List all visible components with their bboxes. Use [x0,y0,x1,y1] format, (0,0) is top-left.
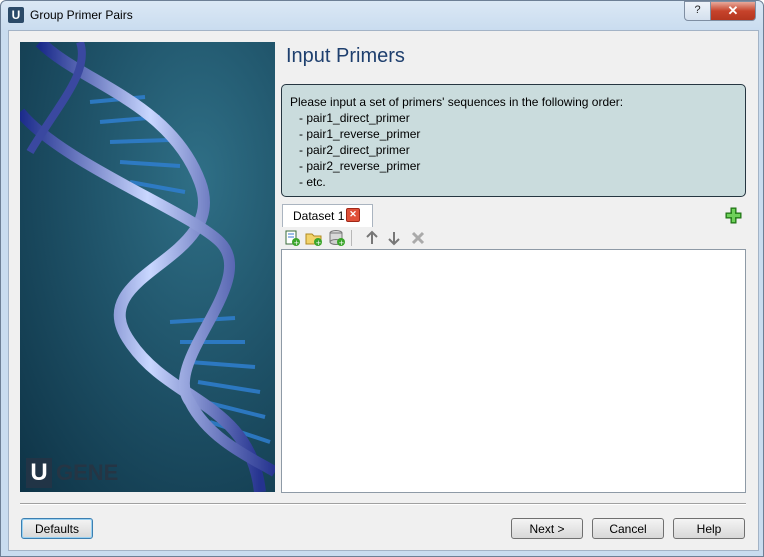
move-up-icon[interactable] [363,229,381,247]
dialog-window: U Group Primer Pairs ? ✕ U GENE Input Pr… [0,0,764,557]
cancel-button[interactable]: Cancel [592,518,664,539]
ugene-logo-text: GENE [56,460,119,485]
toolbar-separator [351,230,352,246]
tab-label: Dataset 1 [293,209,345,223]
instructions-box: Please input a set of primers' sequences… [281,84,746,197]
ugene-logo-letter: U [26,458,52,488]
window-title: Group Primer Pairs [30,8,133,22]
svg-text:+: + [316,239,322,247]
add-file-icon[interactable]: + [283,229,301,247]
add-folder-icon[interactable]: + [305,229,323,247]
instructions-line: Please input a set of primers' sequences… [290,95,624,109]
instructions-line: - etc. [299,175,326,189]
page-title: Input Primers [286,45,405,67]
dna-helix-image: U GENE [20,42,275,492]
dialog-client-area: U GENE Input Primers Please input a set … [8,30,759,551]
svg-text:+: + [339,239,345,247]
ugene-app-icon: U [8,7,24,23]
button-separator [20,503,746,505]
move-down-icon[interactable] [385,229,403,247]
next-button[interactable]: Next > [511,518,583,539]
svg-text:+: + [294,239,300,247]
title-bar[interactable]: U Group Primer Pairs ? ✕ [1,1,763,30]
help-button[interactable]: Help [673,518,745,539]
add-from-database-icon[interactable]: + [328,229,346,247]
ugene-logo: U GENE [26,458,118,488]
title-close-button[interactable]: ✕ [710,1,756,21]
instructions-line: - pair1_direct_primer [299,111,410,125]
instructions-line: - pair2_direct_primer [299,143,410,157]
instructions-line: - pair2_reverse_primer [299,159,421,173]
remove-icon[interactable] [409,229,427,247]
defaults-button[interactable]: Defaults [21,518,93,539]
files-list[interactable] [281,249,746,493]
close-icon[interactable]: ✕ [346,208,360,222]
instructions-line: - pair1_reverse_primer [299,127,421,141]
title-help-button[interactable]: ? [684,1,711,21]
dna-helix-icon [20,42,275,492]
add-dataset-icon[interactable] [725,207,742,224]
tab-dataset-1[interactable]: Dataset 1 ✕ [282,204,373,227]
